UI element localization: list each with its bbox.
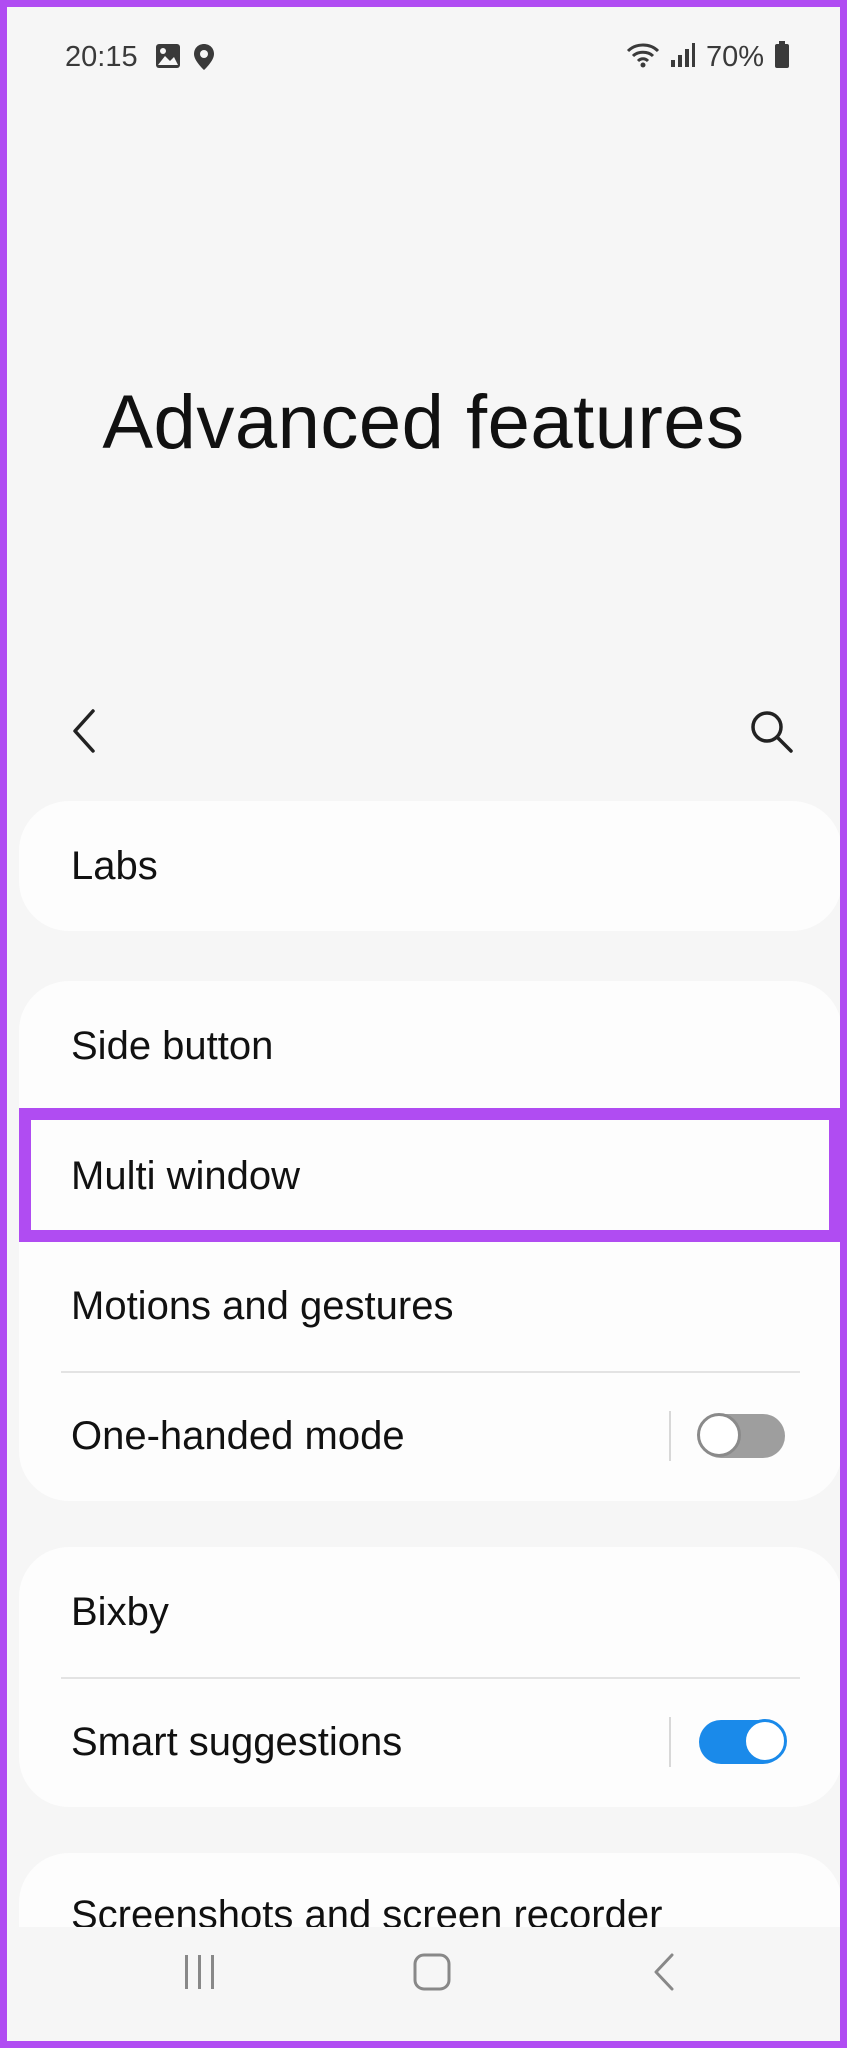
recent-apps-button[interactable]	[155, 1927, 245, 2017]
vertical-separator	[669, 1411, 671, 1461]
search-icon	[751, 711, 793, 753]
wifi-icon	[626, 42, 660, 73]
multi-window-label: Multi window	[71, 1153, 300, 1198]
side-button-label: Side button	[71, 1023, 274, 1068]
status-bar: 20:15 70%	[7, 7, 840, 107]
signal-icon	[670, 42, 696, 73]
home-button[interactable]	[387, 1927, 477, 2017]
page-title: Advanced features	[102, 380, 745, 465]
navigation-bar	[7, 1927, 840, 2041]
one-handed-mode-label: One-handed mode	[71, 1413, 405, 1458]
motions-and-gestures-label: Motions and gestures	[71, 1283, 454, 1328]
battery-icon	[774, 41, 790, 74]
battery-percentage: 70%	[705, 41, 764, 73]
labs-card: Labs	[19, 801, 840, 931]
motions-and-gestures-item[interactable]: Motions and gestures	[19, 1241, 840, 1371]
gestures-card: Side button Multi window Motions and ges…	[19, 981, 840, 1501]
toggle-knob	[743, 1719, 787, 1763]
recent-apps-icon	[185, 1955, 214, 1989]
gallery-icon	[155, 43, 181, 76]
smart-suggestions-item[interactable]: Smart suggestions	[19, 1677, 840, 1807]
side-button-item[interactable]: Side button	[19, 981, 840, 1111]
one-handed-mode-toggle[interactable]	[697, 1413, 785, 1458]
back-button[interactable]	[63, 707, 107, 755]
phone-screen: 20:15 70% Advanced features Labs Side bu…	[0, 0, 847, 2048]
labs-item[interactable]: Labs	[19, 801, 840, 931]
chevron-left-icon	[73, 709, 95, 753]
bixby-item[interactable]: Bixby	[19, 1547, 840, 1677]
bixby-label: Bixby	[71, 1589, 169, 1634]
one-handed-mode-item[interactable]: One-handed mode	[19, 1371, 840, 1501]
assistant-card: Bixby Smart suggestions	[19, 1547, 840, 1807]
status-time: 20:15	[65, 41, 138, 73]
search-button[interactable]	[747, 707, 795, 755]
multi-window-item[interactable]: Multi window	[19, 1111, 840, 1241]
toggle-knob	[697, 1413, 741, 1457]
back-icon	[654, 1953, 674, 1991]
vertical-separator	[669, 1717, 671, 1767]
nav-back-button[interactable]	[621, 1927, 711, 2017]
labs-label: Labs	[71, 843, 158, 888]
location-icon	[193, 43, 215, 76]
smart-suggestions-toggle[interactable]	[699, 1719, 787, 1764]
smart-suggestions-label: Smart suggestions	[71, 1719, 403, 1764]
home-icon	[413, 1953, 451, 1991]
